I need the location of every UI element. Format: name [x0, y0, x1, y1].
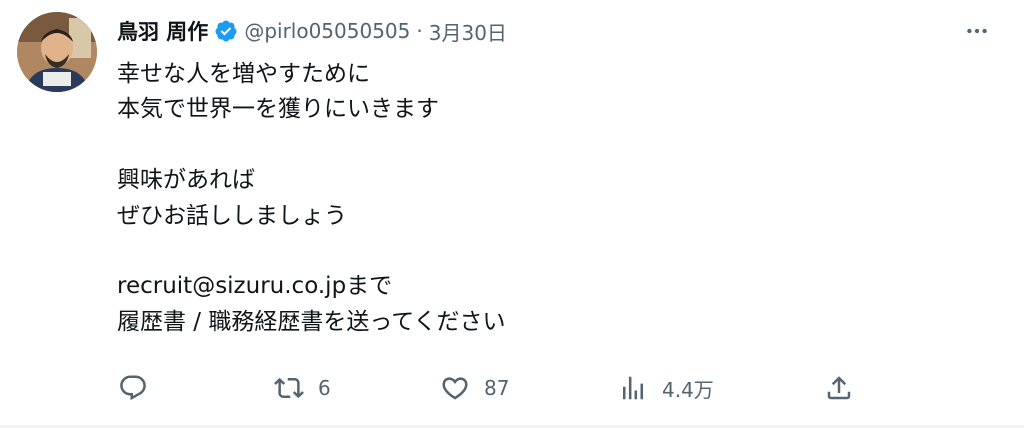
retweet-button[interactable]: 6: [274, 368, 331, 408]
like-count: 87: [484, 376, 510, 400]
reply-icon: [120, 375, 146, 401]
views-count: 4.4万: [662, 377, 714, 402]
tweet-date[interactable]: 3月30日: [429, 17, 507, 46]
reply-button[interactable]: [118, 368, 162, 408]
tweet-line: 本気で世界一を獲りにいきます: [117, 96, 439, 123]
analytics-icon: [623, 376, 643, 400]
share-icon: [827, 376, 851, 400]
tweet-line: 履歴書 / 職務経歴書を送ってください: [117, 308, 506, 335]
user-handle[interactable]: @pirlo05050505: [244, 19, 410, 43]
share-button[interactable]: [824, 368, 854, 408]
tweet-email-line[interactable]: recruit@sizuru.co.jpまで: [117, 269, 977, 304]
heart-icon: [442, 377, 468, 400]
more-button[interactable]: [956, 16, 998, 46]
retweet-icon: [274, 377, 304, 399]
action-bar: 6 87 4.4万: [118, 368, 858, 408]
avatar-image: [17, 12, 97, 92]
tweet-text: 幸せな人を増やすために 本気で世界一を獲りにいきます 興味があれば ぜひお話しし…: [117, 57, 977, 340]
tweet-line: ぜひお話ししましょう: [117, 202, 347, 229]
display-name[interactable]: 鳥羽 周作: [117, 16, 208, 46]
more-icon: [967, 28, 987, 34]
retweet-count: 6: [318, 376, 331, 400]
verified-badge-icon: [214, 19, 238, 43]
tweet-header: 鳥羽 周作 @pirlo05050505 · 3月30日: [117, 14, 507, 48]
like-button[interactable]: 87: [440, 368, 509, 408]
tweet-card: 鳥羽 周作 @pirlo05050505 · 3月30日 幸せな人を増やすために…: [0, 0, 1024, 428]
tweet-line: 幸せな人を増やすために: [117, 61, 370, 87]
tweet-line: 興味があれば: [117, 167, 255, 194]
separator-dot: ·: [416, 19, 423, 43]
views-button[interactable]: 4.4万: [618, 368, 714, 408]
avatar[interactable]: [17, 12, 97, 92]
